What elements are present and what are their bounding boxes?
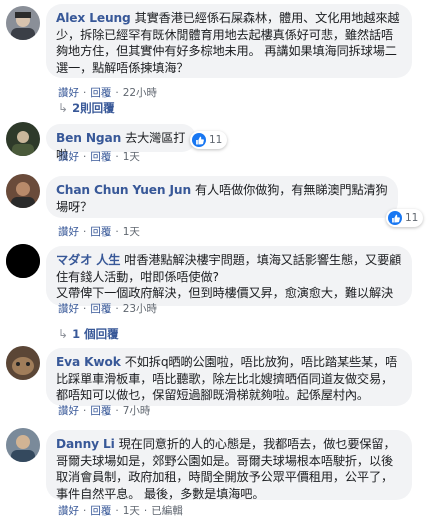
comment-author[interactable]: Ben Ngan: [56, 131, 121, 145]
reply-arrow-icon: ↳: [58, 101, 69, 115]
comment-bubble: マダオ 人生 咁香港點解決樓宇問題，填海又話影響生態，又要顧住有錢人活動，咁即係唔…: [46, 246, 412, 306]
comment-author[interactable]: Chan Chun Yuen Jun: [56, 183, 191, 197]
comment-author[interactable]: Danny Li: [56, 437, 115, 451]
comment-actions: 讚好 · 回覆 · 1天 · 已編輯: [58, 505, 183, 517]
avatar[interactable]: [6, 122, 40, 156]
replies-count: 1 個回覆: [72, 327, 119, 341]
view-replies-link[interactable]: ↳ 1 個回覆: [58, 326, 119, 342]
avatar[interactable]: [6, 244, 40, 278]
reaction-number: 11: [209, 134, 223, 146]
comment-author[interactable]: マダオ 人生: [56, 253, 120, 267]
comment-time[interactable]: 22小時: [123, 87, 157, 99]
edited-label[interactable]: 已編輯: [151, 505, 183, 517]
reply-button[interactable]: 回覆: [90, 303, 111, 315]
comment-time[interactable]: 7小時: [123, 405, 151, 417]
like-button[interactable]: 讚好: [58, 151, 79, 163]
reply-arrow-icon: ↳: [58, 327, 69, 341]
reaction-number: 11: [405, 212, 419, 224]
avatar[interactable]: [6, 174, 40, 208]
avatar[interactable]: [6, 428, 40, 462]
reply-button[interactable]: 回覆: [90, 505, 111, 517]
comment-actions: 讚好 · 回覆 · 7小時: [58, 405, 151, 417]
like-button[interactable]: 讚好: [58, 405, 79, 417]
like-reaction-icon: [388, 211, 402, 225]
comment-actions: 讚好 · 回覆 · 1天: [58, 151, 140, 163]
comment-bubble: Ben Ngan 去大灣區打啦: [46, 124, 196, 162]
reaction-count[interactable]: 11: [190, 131, 228, 149]
like-button[interactable]: 讚好: [58, 226, 79, 238]
avatar[interactable]: [6, 6, 40, 40]
comment-time[interactable]: 1天: [123, 505, 140, 517]
comment-author[interactable]: Alex Leung: [56, 11, 131, 25]
reaction-count[interactable]: 11: [386, 209, 424, 227]
replies-count: 2則回覆: [72, 101, 115, 115]
comment-actions: 讚好 · 回覆 · 1天: [58, 226, 140, 238]
reply-button[interactable]: 回覆: [90, 226, 111, 238]
reply-button[interactable]: 回覆: [90, 151, 111, 163]
comment-bubble: Alex Leung 其實香港已經係石屎森林，體用、文化用地越來越少，拆除已經罕有…: [46, 4, 412, 78]
comment-bubble: Danny Li 現在同意折的人的心態是，我都唔去，做乜要保留，哥爾夫球場如是，郊…: [46, 430, 412, 501]
view-replies-link[interactable]: ↳ 2則回覆: [58, 100, 115, 116]
comment-bubble: Eva Kwok 不如拆q晒啲公園啦，唔比放狗，唔比踏某些某，唔比踩單車滑板車，唔…: [46, 348, 412, 406]
comment-bubble: Chan Chun Yuen Jun 有人唔做你做狗，有無睇澳門點清狗場呀？: [46, 176, 398, 218]
avatar[interactable]: [6, 346, 40, 380]
comment-actions: 讚好 · 回覆 · 22小時: [58, 87, 158, 99]
like-reaction-icon: [192, 133, 206, 147]
like-button[interactable]: 讚好: [58, 303, 79, 315]
reply-button[interactable]: 回覆: [90, 405, 111, 417]
comment-time[interactable]: 1天: [123, 226, 140, 238]
like-button[interactable]: 讚好: [58, 87, 79, 99]
like-button[interactable]: 讚好: [58, 505, 79, 517]
comment-actions: 讚好 · 回覆 · 23小時: [58, 303, 158, 315]
reply-button[interactable]: 回覆: [90, 87, 111, 99]
comment-time[interactable]: 23小時: [123, 303, 157, 315]
comment-author[interactable]: Eva Kwok: [56, 355, 121, 369]
comment-time[interactable]: 1天: [123, 151, 140, 163]
